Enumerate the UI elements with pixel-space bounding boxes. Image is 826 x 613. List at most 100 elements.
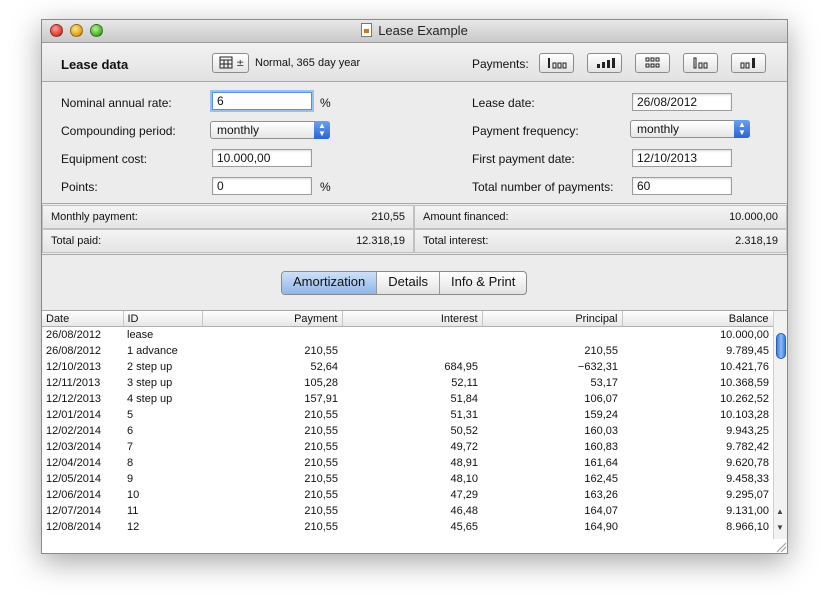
- payment-pattern-button-3[interactable]: [635, 53, 670, 73]
- app-window: Lease Example Lease data ± Normal, 365 d…: [41, 19, 788, 554]
- document-icon: [361, 23, 373, 37]
- first-payment-label: First payment date:: [472, 152, 575, 166]
- payment-pattern-button-1[interactable]: [539, 53, 574, 73]
- table-cell: 684,95: [444, 361, 478, 373]
- table-cell: 163,26: [584, 489, 618, 501]
- column-header-balance[interactable]: Balance: [622, 311, 774, 327]
- amount-financed-label: Amount financed:: [423, 211, 509, 223]
- scroll-down-arrow-icon[interactable]: ▼: [776, 523, 784, 532]
- lease-date-label: Lease date:: [472, 96, 535, 110]
- table-row[interactable]: 26/08/2012 1 advance 210,55 210,55 9.789,45: [42, 343, 773, 359]
- table-cell: 12/04/2014: [46, 457, 102, 469]
- payment-pattern-button-2[interactable]: [587, 53, 622, 73]
- table-cell: 12: [127, 521, 140, 533]
- monthly-payment-value: 210,55: [371, 211, 405, 223]
- amortization-table: Date ID Payment Interest Principal Balan…: [42, 311, 774, 535]
- table-row[interactable]: 26/08/2012 lease 10.000,00: [42, 327, 773, 344]
- table-cell: 10.368,59: [720, 377, 769, 389]
- table-row[interactable]: 12/06/2014 10 210,55 47,29 163,26 9.295,07: [42, 487, 773, 503]
- nominal-rate-field[interactable]: 6: [212, 92, 312, 110]
- table-cell: 50,52: [450, 425, 478, 437]
- table-cell: 12/03/2014: [46, 441, 102, 453]
- tab-details[interactable]: Details: [377, 272, 440, 294]
- payment-pattern-3-icon: [645, 57, 659, 68]
- scroll-up-arrow-icon[interactable]: ▲: [776, 507, 784, 516]
- table-cell: 6: [127, 425, 134, 437]
- compounding-select[interactable]: monthly ▲ ▼: [210, 121, 330, 139]
- table-row[interactable]: 12/04/2014 8 210,55 48,91 161,64 9.620,78: [42, 455, 773, 471]
- table-row[interactable]: 12/10/2013 2 step up 52,64 684,95 −632,31 10.…: [42, 359, 773, 375]
- lease-date-field[interactable]: 26/08/2012: [632, 93, 732, 111]
- table-cell: 52,11: [451, 377, 478, 389]
- total-interest-label: Total interest:: [423, 235, 489, 247]
- table-cell: 9.782,42: [726, 441, 769, 453]
- table-cell: 10.103,28: [720, 409, 769, 421]
- table-row[interactable]: 12/05/2014 9 210,55 48,10 162,45 9.458,33: [42, 471, 773, 487]
- points-unit: %: [320, 180, 331, 194]
- calendar-icon: ±: [219, 56, 244, 69]
- section-title: Lease data: [61, 57, 129, 72]
- table-cell: 46,48: [450, 505, 478, 517]
- table-cell: 12/11/2013: [46, 377, 101, 389]
- table-cell: 53,17: [590, 377, 618, 389]
- table-row[interactable]: 12/08/2014 12 210,55 45,65 164,90 8.966,10: [42, 519, 773, 535]
- equipment-cost-field[interactable]: 10.000,00: [212, 149, 312, 167]
- table-cell: 210,55: [304, 345, 338, 357]
- amortization-table-container: Date ID Payment Interest Principal Balan…: [42, 310, 787, 553]
- day-count-button[interactable]: ±: [212, 53, 249, 73]
- table-cell: 106,07: [584, 393, 618, 405]
- table-row[interactable]: 12/01/2014 5 210,55 51,31 159,24 10.103,28: [42, 407, 773, 423]
- payment-frequency-label: Payment frequency:: [472, 124, 579, 138]
- total-payments-label: Total number of payments:: [472, 180, 614, 194]
- table-cell: 8: [127, 457, 134, 469]
- table-cell: [342, 327, 482, 344]
- total-paid-cell: Total paid: 12.318,19: [42, 229, 414, 253]
- table-row[interactable]: 12/03/2014 7 210,55 49,72 160,83 9.782,42: [42, 439, 773, 455]
- column-header-principal[interactable]: Principal: [482, 311, 623, 327]
- window-title: Lease Example: [42, 23, 787, 38]
- table-cell: 210,55: [304, 425, 338, 437]
- table-cell: 9.131,00: [726, 505, 769, 517]
- table-cell: 161,64: [584, 457, 618, 469]
- table-row[interactable]: 12/02/2014 6 210,55 50,52 160,03 9.943,25: [42, 423, 773, 439]
- payment-frequency-select[interactable]: monthly ▲ ▼: [630, 120, 750, 138]
- table-cell: 164,07: [584, 505, 618, 517]
- svg-text:±: ±: [236, 58, 244, 69]
- table-cell: [482, 327, 622, 344]
- points-field[interactable]: 0: [212, 177, 312, 195]
- nominal-rate-label: Nominal annual rate:: [61, 96, 172, 110]
- table-cell: 210,55: [304, 457, 338, 469]
- first-payment-field[interactable]: 12/10/2013: [632, 149, 732, 167]
- column-header-id[interactable]: ID: [123, 311, 203, 327]
- table-row[interactable]: 12/11/2013 3 step up 105,28 52,11 53,17 10.36…: [42, 375, 773, 391]
- table-cell: 160,83: [584, 441, 618, 453]
- tab-amortization[interactable]: Amortization: [282, 272, 378, 294]
- table-body: 26/08/2012 lease 10.000,00 26/08/2012 1 adva…: [42, 327, 773, 536]
- table-cell: 12/02/2014: [46, 425, 102, 437]
- table-cell: −632,31: [577, 361, 618, 373]
- resize-grip-icon[interactable]: [773, 539, 787, 553]
- column-header-interest[interactable]: Interest: [342, 311, 483, 327]
- table-row[interactable]: 12/07/2014 11 210,55 46,48 164,07 9.131,00: [42, 503, 773, 519]
- equipment-cost-label: Equipment cost:: [61, 152, 148, 166]
- total-paid-label: Total paid:: [51, 235, 102, 247]
- payment-pattern-button-4[interactable]: [683, 53, 718, 73]
- table-cell: 210,55: [584, 345, 618, 357]
- payment-pattern-button-5[interactable]: [731, 53, 766, 73]
- vertical-scrollbar[interactable]: ▲ ▼: [773, 311, 787, 539]
- table-cell: 48,91: [450, 457, 478, 469]
- scrollbar-thumb[interactable]: [776, 333, 786, 359]
- column-header-date[interactable]: Date: [42, 311, 124, 327]
- table-cell: 9.789,45: [726, 345, 769, 357]
- table-row[interactable]: 12/12/2013 4 step up 157,91 51,84 106,07 10.2…: [42, 391, 773, 407]
- amount-financed-cell: Amount financed: 10.000,00: [414, 205, 787, 229]
- column-header-payment[interactable]: Payment: [202, 311, 343, 327]
- table-cell: [202, 327, 342, 344]
- tab-info-print[interactable]: Info & Print: [440, 272, 526, 294]
- table-cell: 12/12/2013: [46, 393, 102, 405]
- lease-header: Lease data ± Normal, 365 day year Paymen…: [42, 43, 787, 82]
- title-bar[interactable]: Lease Example: [42, 20, 787, 43]
- table-cell: 12/08/2014: [46, 521, 102, 533]
- total-interest-value: 2.318,19: [735, 235, 778, 247]
- total-payments-field[interactable]: 60: [632, 177, 732, 195]
